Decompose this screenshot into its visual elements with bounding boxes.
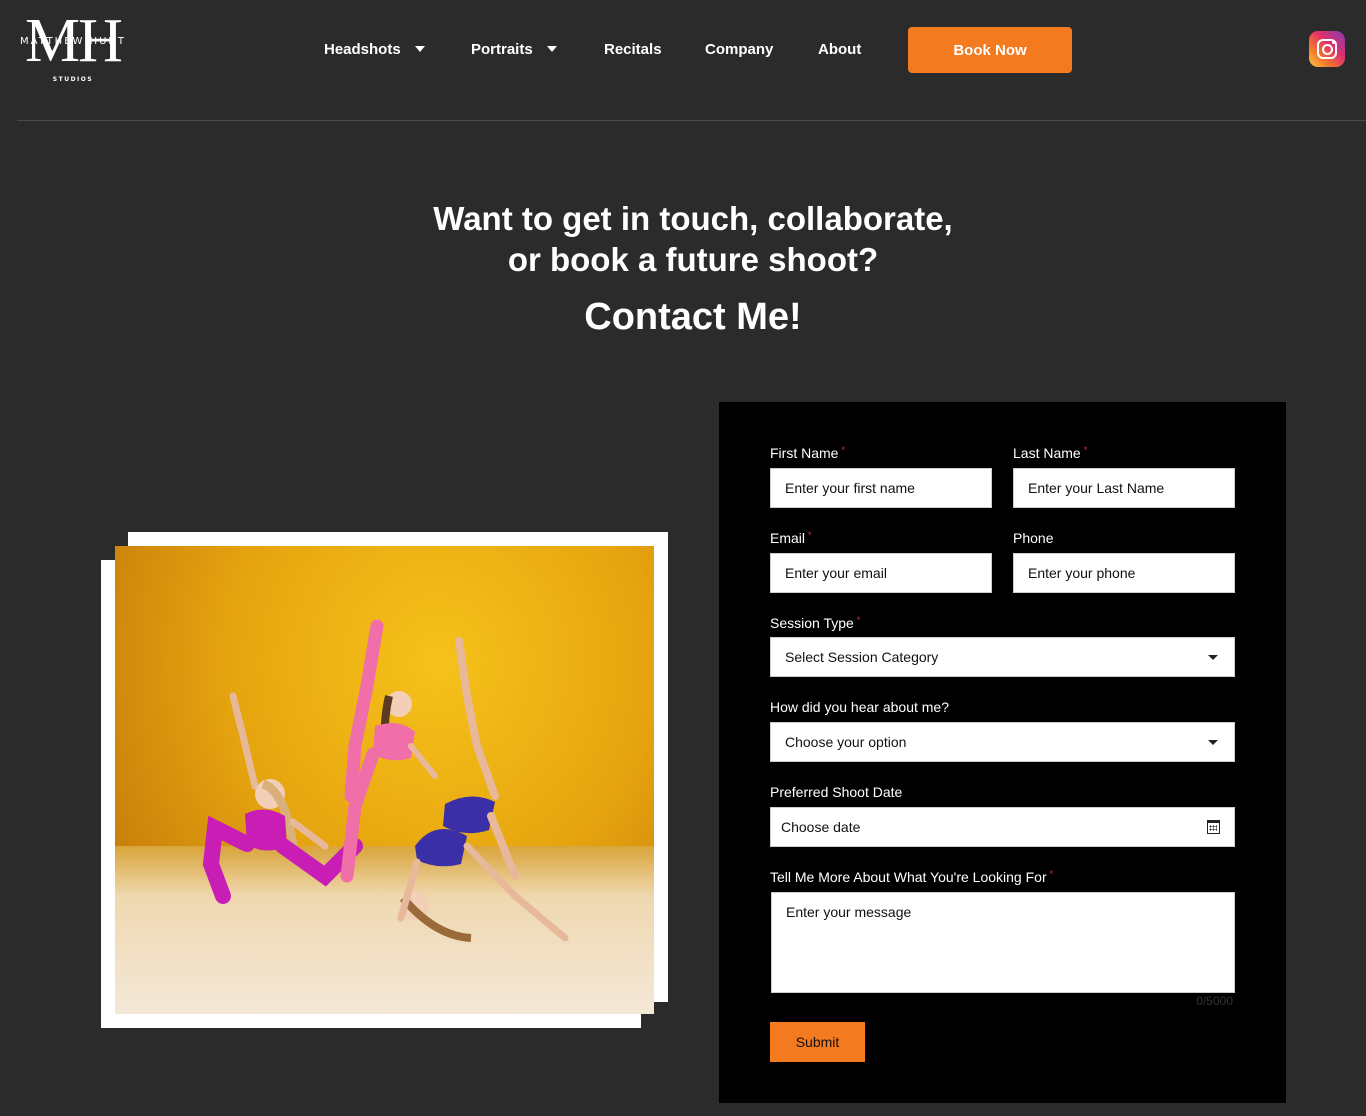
nav-headshots-label: Headshots <box>324 40 401 58</box>
session-type-select[interactable]: Select Session Category <box>770 637 1235 677</box>
studio-logo[interactable]: MH MATTHEW HUNT STUDIOS <box>12 10 134 88</box>
phone-label: Phone <box>1013 530 1054 546</box>
dancers-illustration <box>202 619 569 942</box>
logo-name: MATTHEW HUNT <box>19 36 127 47</box>
phone-input[interactable]: Enter your phone <box>1013 553 1235 593</box>
shoot-date-label: Preferred Shoot Date <box>770 784 903 800</box>
logo-subtitle: STUDIOS <box>52 76 94 83</box>
shoot-date-input[interactable]: Choose date <box>770 807 1235 847</box>
dancers-photo <box>115 546 654 1014</box>
header-divider <box>17 120 1366 121</box>
site-header: MH MATTHEW HUNT STUDIOS Headshots Portra… <box>0 0 1366 121</box>
shoot-date-value: Choose date <box>781 819 861 835</box>
headline-line-1: Want to get in touch, collaborate, <box>433 200 953 237</box>
contact-heading: Contact Me! <box>584 296 802 338</box>
heard-about-value: Choose your option <box>785 734 907 750</box>
last-name-label: Last Name * <box>1013 445 1088 461</box>
nav-recitals[interactable]: Recitals <box>604 38 662 60</box>
contact-form: First Name * Enter your first name Last N… <box>719 402 1286 1103</box>
nav-portraits[interactable]: Portraits <box>471 38 557 60</box>
chevron-down-icon <box>414 46 425 52</box>
nav-company[interactable]: Company <box>705 38 773 60</box>
page-headline: Want to get in touch, collaborate, or bo… <box>300 198 1086 280</box>
heard-about-select[interactable]: Choose your option <box>770 722 1235 762</box>
dancer-right <box>397 637 569 942</box>
session-type-value: Select Session Category <box>785 649 939 665</box>
message-textarea[interactable]: Enter your message <box>771 892 1235 993</box>
message-char-counter: 0/5000 <box>1196 994 1233 1008</box>
email-label: Email * <box>770 530 812 546</box>
instagram-icon[interactable] <box>1309 31 1345 67</box>
session-type-label: Session Type * <box>770 615 861 631</box>
first-name-input[interactable]: Enter your first name <box>770 468 992 508</box>
chevron-down-icon <box>1208 655 1218 660</box>
nav-about[interactable]: About <box>818 38 861 60</box>
nav-portraits-label: Portraits <box>471 40 533 58</box>
email-input[interactable]: Enter your email <box>770 553 992 593</box>
first-name-label: First Name * <box>770 445 845 461</box>
headline-line-2: or book a future shoot? <box>507 241 879 278</box>
nav-headshots[interactable]: Headshots <box>324 38 425 60</box>
message-label: Tell Me More About What You're Looking F… <box>770 869 1054 885</box>
heard-about-label: How did you hear about me? <box>770 699 949 715</box>
book-now-button[interactable]: Book Now <box>908 27 1072 73</box>
last-name-input[interactable]: Enter your Last Name <box>1013 468 1235 508</box>
chevron-down-icon <box>546 46 557 52</box>
submit-button[interactable]: Submit <box>770 1022 865 1062</box>
calendar-icon[interactable] <box>1207 820 1220 834</box>
dancer-left <box>202 692 363 904</box>
chevron-down-icon <box>1208 740 1218 745</box>
